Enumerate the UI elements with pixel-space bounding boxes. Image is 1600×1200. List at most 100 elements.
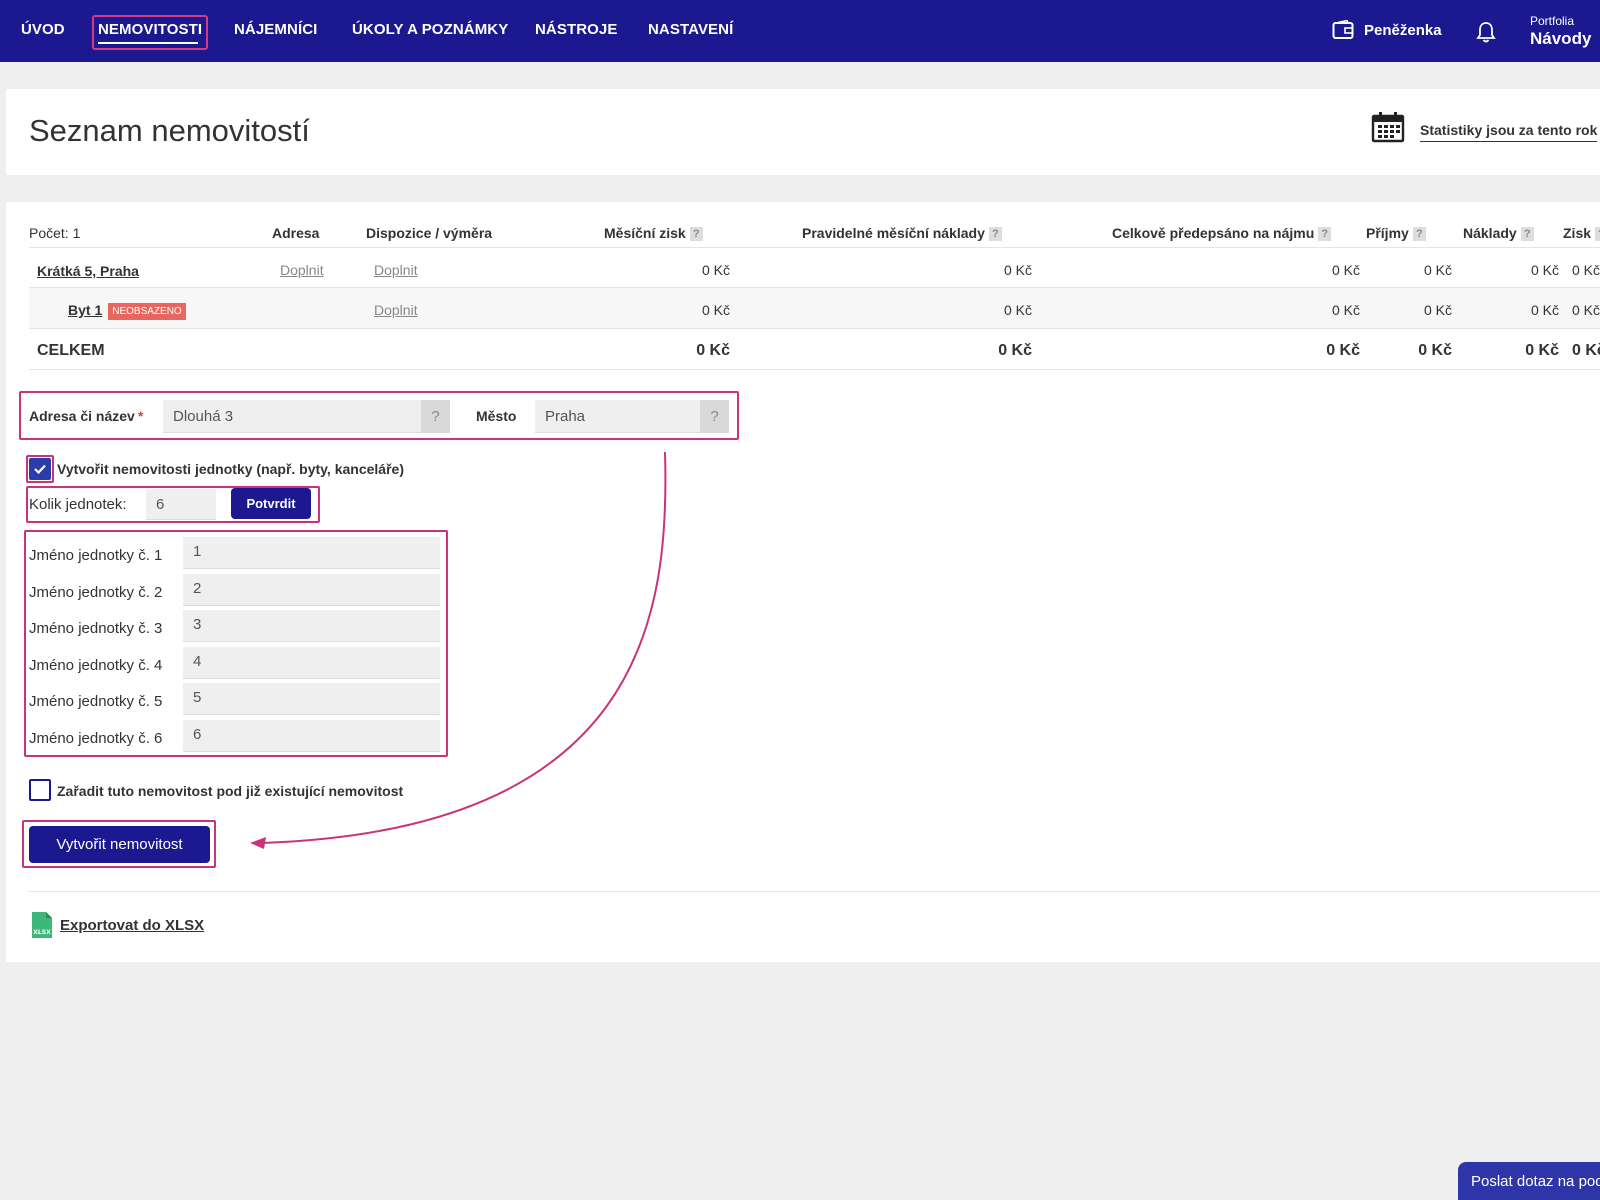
xlsx-file-icon: XLSX bbox=[32, 912, 52, 938]
costs-value: 0 Kč bbox=[1530, 302, 1559, 318]
account-menu[interactable]: Portfolia Návody bbox=[1530, 14, 1591, 49]
wallet-icon bbox=[1332, 20, 1354, 39]
units-count-label: Kolik jednotek: bbox=[29, 496, 127, 513]
col-zisk: Zisk? bbox=[1563, 225, 1600, 241]
nav-item-ukoly[interactable]: ÚKOLY A POZNÁMKY bbox=[352, 21, 508, 38]
help-icon[interactable]: ? bbox=[1412, 227, 1426, 241]
top-navigation: ÚVOD NEMOVITOSTI NÁJEMNÍCI ÚKOLY A POZNÁ… bbox=[0, 0, 1600, 62]
create-units-label: Vytvořit nemovitosti jednotky (např. byt… bbox=[57, 461, 404, 477]
support-chat-button[interactable]: Poslat dotaz na podporu bbox=[1458, 1162, 1600, 1200]
stats-period-link[interactable]: Statistiky jsou za tento rok bbox=[1420, 122, 1598, 142]
wallet-link[interactable]: Peněženka bbox=[1332, 20, 1442, 40]
col-predepsano: Celkově předepsáno na nájmu? bbox=[1112, 225, 1332, 241]
page-title: Seznam nemovitostí bbox=[29, 113, 310, 148]
nav-item-uvod[interactable]: ÚVOD bbox=[21, 21, 65, 38]
unit-name-input[interactable]: 2 bbox=[183, 573, 440, 606]
income-value: 0 Kč bbox=[1423, 302, 1452, 318]
create-property-button[interactable]: Vytvořit nemovitost bbox=[29, 826, 210, 863]
prescribed-value: 0 Kč bbox=[1331, 302, 1360, 318]
bell-icon[interactable] bbox=[1476, 21, 1496, 43]
unit-name-input[interactable]: 3 bbox=[183, 610, 440, 643]
city-label: Město bbox=[476, 408, 517, 424]
wallet-label: Peněženka bbox=[1364, 21, 1442, 39]
unit-name-label: Jméno jednotky č. 2 bbox=[29, 583, 163, 601]
unit-name-link[interactable]: Byt 1 bbox=[68, 302, 102, 318]
address-label-text: Adresa či název bbox=[29, 408, 135, 424]
unit-name-input[interactable]: 4 bbox=[183, 646, 440, 679]
help-icon[interactable]: ? bbox=[1520, 227, 1534, 241]
unit-name-label: Jméno jednotky č. 1 bbox=[29, 547, 163, 564]
count-label: Počet: 1 bbox=[29, 225, 81, 241]
fill-disposition-link[interactable]: Doplnit bbox=[374, 302, 418, 318]
assign-parent-label: Zařadit tuto nemovitost pod již existují… bbox=[57, 783, 404, 799]
address-help-button[interactable]: ? bbox=[421, 400, 450, 433]
monthly-profit-value: 0 Kč bbox=[701, 262, 730, 278]
xlsx-icon-text: XLSX bbox=[33, 929, 51, 936]
nav-item-najemnici[interactable]: NÁJEMNÍCI bbox=[234, 21, 317, 38]
col-naklady2: Náklady? bbox=[1463, 225, 1534, 241]
required-mark: * bbox=[137, 408, 144, 424]
address-input[interactable]: Dlouhá 3 bbox=[163, 400, 421, 433]
total-monthly-profit: 0 Kč bbox=[696, 342, 730, 359]
unit-name-label: Jméno jednotky č. 4 bbox=[29, 656, 163, 674]
assign-parent-checkbox[interactable] bbox=[29, 779, 51, 801]
table-row: Krátká 5, Praha Doplnit Doplnit 0 Kč 0 K… bbox=[29, 247, 1600, 287]
total-income: 0 Kč bbox=[1418, 342, 1452, 359]
property-name-link[interactable]: Krátká 5, Praha bbox=[37, 263, 139, 279]
create-units-checkbox[interactable] bbox=[29, 458, 51, 480]
col-mesicni-zisk: Měsíční zisk? bbox=[604, 225, 703, 241]
help-icon[interactable]: ? bbox=[1318, 227, 1332, 241]
account-portfolio-label: Portfolia bbox=[1530, 14, 1575, 28]
unit-name-label: Jméno jednotky č. 5 bbox=[29, 693, 163, 711]
page-header-card: Seznam nemovitostí Statistiky jsou za te… bbox=[6, 89, 1600, 175]
nav-item-nemovitosti[interactable]: NEMOVITOSTI bbox=[98, 21, 202, 38]
col-naklady: Pravidelné měsíční náklady? bbox=[802, 225, 1002, 241]
unit-name-input[interactable]: 1 bbox=[183, 537, 440, 569]
profit-value: 0 Kč bbox=[1572, 262, 1600, 278]
total-monthly-costs: 0 Kč bbox=[998, 342, 1032, 359]
account-portfolio-name: Návody bbox=[1530, 29, 1592, 48]
unit-name-cell: Byt 1 NEOBSAZENO bbox=[68, 302, 186, 320]
city-input[interactable]: Praha bbox=[535, 400, 700, 433]
col-predepsano-label: Celkově předepsáno na nájmu bbox=[1112, 225, 1315, 241]
checkmark-icon bbox=[34, 464, 46, 475]
unit-name-input[interactable]: 5 bbox=[183, 683, 440, 716]
col-naklady2-label: Náklady bbox=[1463, 225, 1517, 241]
confirm-button[interactable]: Potvrdit bbox=[231, 488, 311, 519]
fill-disposition-link[interactable]: Doplnit bbox=[374, 262, 418, 278]
col-naklady-label: Pravidelné měsíční náklady bbox=[802, 225, 985, 241]
status-badge: NEOBSAZENO bbox=[108, 303, 186, 320]
col-adresa: Adresa bbox=[272, 225, 320, 241]
total-costs: 0 Kč bbox=[1525, 342, 1559, 359]
col-mesicni-zisk-label: Měsíční zisk bbox=[604, 225, 686, 241]
calendar-icon bbox=[1371, 112, 1405, 143]
help-icon[interactable]: ? bbox=[689, 227, 703, 241]
total-prescribed: 0 Kč bbox=[1326, 342, 1360, 359]
monthly-costs-value: 0 Kč bbox=[1003, 302, 1032, 318]
nav-item-nastroje[interactable]: NÁSTROJE bbox=[535, 21, 617, 38]
address-label: Adresa či název * bbox=[29, 408, 143, 424]
fill-address-link[interactable]: Doplnit bbox=[280, 262, 324, 278]
export-xlsx-link[interactable]: Exportovat do XLSX bbox=[60, 917, 204, 934]
monthly-profit-value: 0 Kč bbox=[701, 302, 730, 318]
total-profit: 0 Kč bbox=[1572, 342, 1600, 359]
unit-name-label: Jméno jednotky č. 6 bbox=[29, 730, 163, 747]
col-dispozice: Dispozice / výměra bbox=[366, 225, 493, 241]
help-icon[interactable]: ? bbox=[1595, 227, 1600, 241]
col-prijmy-label: Příjmy bbox=[1366, 225, 1409, 241]
col-zisk-label: Zisk bbox=[1563, 225, 1592, 241]
nav-active-underline bbox=[98, 42, 198, 44]
profit-value: 0 Kč bbox=[1572, 302, 1600, 318]
city-help-button[interactable]: ? bbox=[700, 400, 729, 433]
unit-name-input[interactable]: 6 bbox=[183, 720, 440, 752]
col-prijmy: Příjmy? bbox=[1366, 225, 1426, 241]
help-icon[interactable]: ? bbox=[988, 227, 1002, 241]
nav-item-nastaveni[interactable]: NASTAVENÍ bbox=[648, 21, 733, 38]
unit-name-label: Jméno jednotky č. 3 bbox=[29, 620, 163, 638]
costs-value: 0 Kč bbox=[1530, 262, 1559, 278]
prescribed-value: 0 Kč bbox=[1331, 262, 1360, 278]
monthly-costs-value: 0 Kč bbox=[1003, 262, 1032, 278]
table-total-row: CELKEM 0 Kč 0 Kč 0 Kč 0 Kč 0 Kč 0 Kč bbox=[29, 328, 1600, 370]
income-value: 0 Kč bbox=[1423, 262, 1452, 278]
units-count-input[interactable]: 6 bbox=[146, 489, 216, 520]
